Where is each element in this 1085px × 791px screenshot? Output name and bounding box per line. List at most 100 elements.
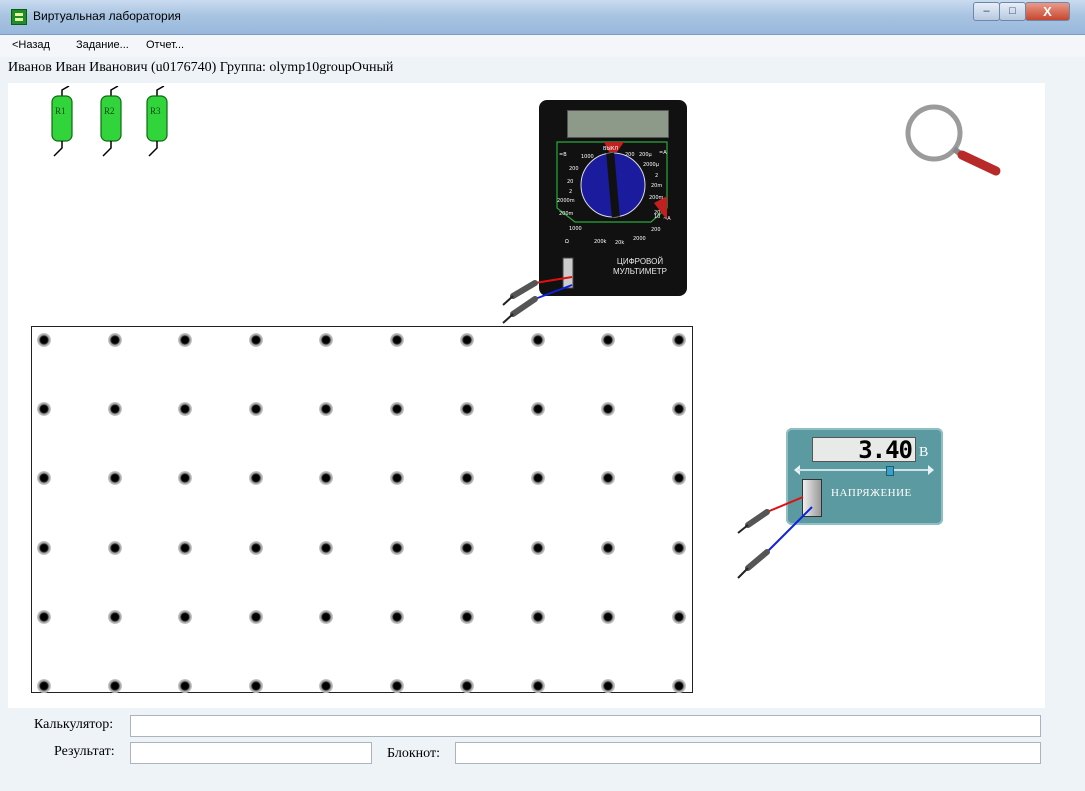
breadboard-hole[interactable] xyxy=(389,402,404,417)
off-label: ВЫКЛ xyxy=(603,146,618,152)
menu-task[interactable]: Задание... xyxy=(76,39,129,51)
breadboard-hole[interactable] xyxy=(178,679,192,693)
breadboard-hole[interactable] xyxy=(107,402,122,417)
breadboard-hole[interactable] xyxy=(319,540,333,555)
slider-thumb[interactable] xyxy=(886,466,895,476)
window-title: Виртуальная лаборатория xyxy=(33,9,181,23)
breadboard-hole[interactable] xyxy=(37,471,51,486)
breadboard-hole[interactable] xyxy=(178,402,192,417)
resistor-r2[interactable]: R2 xyxy=(100,86,122,157)
svg-text:10: 10 xyxy=(654,214,660,220)
breadboard-hole[interactable] xyxy=(107,540,122,555)
breadboard-hole[interactable] xyxy=(601,679,615,693)
app-icon xyxy=(11,9,27,25)
breadboard-hole[interactable] xyxy=(248,471,263,486)
breadboard-hole[interactable] xyxy=(319,609,333,624)
window-controls: – □ X xyxy=(973,2,1070,21)
breadboard-hole[interactable] xyxy=(178,471,192,486)
minimize-button[interactable]: – xyxy=(973,2,1000,21)
svg-text:2000m: 2000m xyxy=(557,198,575,204)
svg-text:200m: 200m xyxy=(649,195,664,201)
breadboard-hole[interactable] xyxy=(178,333,192,347)
breadboard-hole[interactable] xyxy=(107,609,122,624)
breadboard-hole[interactable] xyxy=(671,402,686,417)
close-button[interactable]: X xyxy=(1025,2,1070,21)
breadboard-hole[interactable] xyxy=(460,609,474,624)
breadboard-hole[interactable] xyxy=(248,609,263,624)
breadboard-hole[interactable] xyxy=(601,471,615,486)
slider-track xyxy=(798,469,930,471)
magnifier-icon[interactable] xyxy=(900,103,1010,183)
breadboard-hole[interactable] xyxy=(530,609,545,624)
window-titlebar[interactable]: Виртуальная лаборатория – □ X xyxy=(0,0,1085,35)
breadboard-hole[interactable] xyxy=(671,540,686,555)
breadboard-hole[interactable] xyxy=(107,333,122,347)
calculator-input[interactable] xyxy=(130,715,1041,737)
breadboard-hole[interactable] xyxy=(37,402,51,417)
breadboard-hole[interactable] xyxy=(460,402,474,417)
voltage-source[interactable]: 3.40 В НАПРЯЖЕНИЕ xyxy=(786,428,943,525)
breadboard-hole[interactable] xyxy=(389,609,404,624)
menu-back[interactable]: <Назад xyxy=(12,39,50,51)
breadboard-hole[interactable] xyxy=(248,679,263,693)
breadboard-hole[interactable] xyxy=(530,540,545,555)
svg-text:200: 200 xyxy=(625,152,635,158)
breadboard-hole[interactable] xyxy=(248,333,263,347)
svg-text:2: 2 xyxy=(655,173,658,179)
resistor-r3[interactable]: R3 xyxy=(146,86,168,157)
breadboard-hole[interactable] xyxy=(389,333,404,347)
svg-text:20k: 20k xyxy=(615,240,624,246)
breadboard-hole[interactable] xyxy=(319,402,333,417)
breadboard-hole[interactable] xyxy=(37,609,51,624)
result-field[interactable] xyxy=(130,742,372,764)
breadboard-hole[interactable] xyxy=(460,471,474,486)
breadboard-hole[interactable] xyxy=(319,471,333,486)
breadboard-hole[interactable] xyxy=(601,333,615,347)
breadboard-hole[interactable] xyxy=(460,333,474,347)
resistor-label: R3 xyxy=(150,106,161,116)
breadboard-hole[interactable] xyxy=(671,679,686,693)
digital-multimeter[interactable]: ВЫКЛ =В =А ~А Ω 1000 200 20 2 200m 2000m… xyxy=(539,100,687,296)
breadboard-hole[interactable] xyxy=(530,471,545,486)
breadboard-hole[interactable] xyxy=(37,540,51,555)
breadboard-hole[interactable] xyxy=(530,402,545,417)
breadboard-hole[interactable] xyxy=(389,471,404,486)
breadboard-hole[interactable] xyxy=(671,333,686,347)
breadboard-hole[interactable] xyxy=(37,333,51,347)
breadboard-hole[interactable] xyxy=(601,540,615,555)
breadboard-hole[interactable] xyxy=(107,679,122,693)
voltage-connector xyxy=(802,479,822,517)
breadboard-hole[interactable] xyxy=(178,540,192,555)
menu-report[interactable]: Отчет... xyxy=(146,39,184,51)
slider-right-arrow-icon[interactable] xyxy=(928,465,934,475)
menu-bar: <Назад Задание... Отчет... xyxy=(0,35,1085,57)
svg-text:20m: 20m xyxy=(651,183,662,189)
breadboard-hole[interactable] xyxy=(37,679,51,693)
breadboard-hole[interactable] xyxy=(319,333,333,347)
breadboard-hole[interactable] xyxy=(460,540,474,555)
breadboard-hole[interactable] xyxy=(671,609,686,624)
breadboard-hole[interactable] xyxy=(671,471,686,486)
breadboard-hole[interactable] xyxy=(389,540,404,555)
breadboard-hole[interactable] xyxy=(460,679,474,693)
breadboard-hole[interactable] xyxy=(248,540,263,555)
breadboard-hole[interactable] xyxy=(601,609,615,624)
resistor-r1[interactable]: R1 xyxy=(51,86,73,157)
breadboard-hole[interactable] xyxy=(601,402,615,417)
result-label: Результат: xyxy=(54,744,115,759)
breadboard-hole[interactable] xyxy=(248,402,263,417)
svg-text:200: 200 xyxy=(569,166,579,172)
acv-label: ~А xyxy=(663,216,671,222)
breadboard-hole[interactable] xyxy=(107,471,122,486)
breadboard-hole[interactable] xyxy=(319,679,333,693)
dcv-label: =В xyxy=(559,152,567,158)
breadboard[interactable] xyxy=(31,326,693,693)
voltage-slider[interactable] xyxy=(794,465,934,476)
notepad-input[interactable] xyxy=(455,742,1041,764)
svg-text:200m: 200m xyxy=(559,211,574,217)
breadboard-hole[interactable] xyxy=(530,679,545,693)
breadboard-hole[interactable] xyxy=(389,679,404,693)
maximize-button[interactable]: □ xyxy=(999,2,1026,21)
breadboard-hole[interactable] xyxy=(530,333,545,347)
breadboard-hole[interactable] xyxy=(178,609,192,624)
